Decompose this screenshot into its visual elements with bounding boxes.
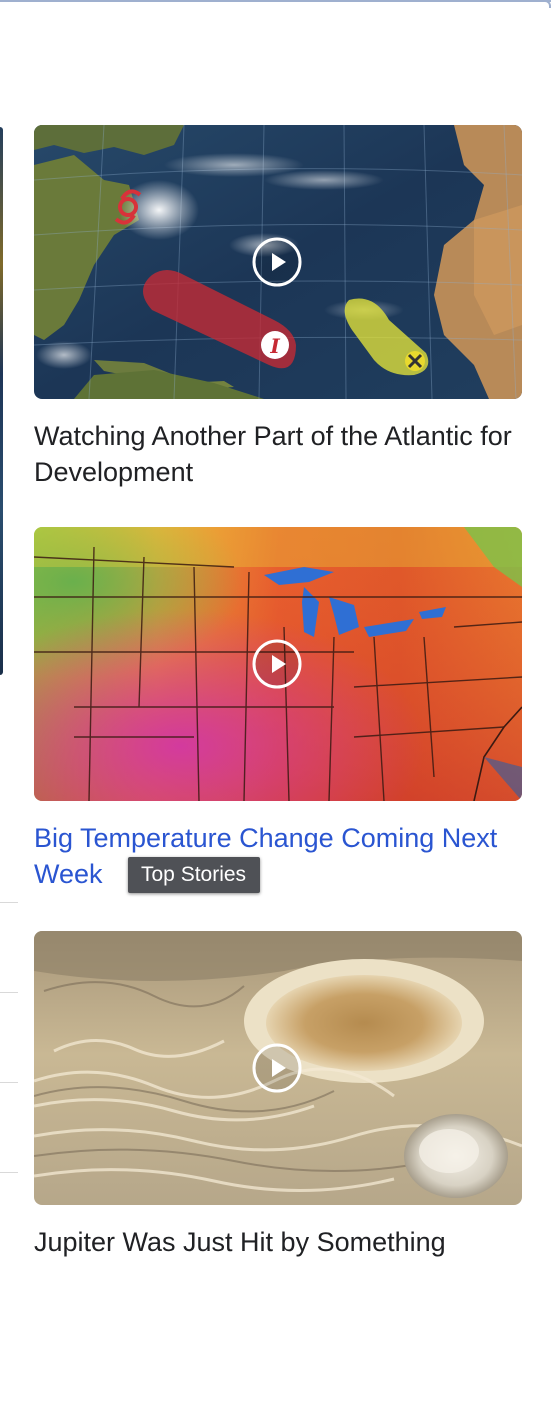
story-headline[interactable]: Big Temperature Change Coming Next Week: [34, 801, 522, 892]
story-card-atlantic[interactable]: I Watching Another Part of the Atlantic …: [34, 125, 522, 490]
story-card-temperature[interactable]: Big Temperature Change Coming Next Week: [34, 527, 522, 892]
adjacent-card-edge: [0, 127, 3, 675]
tooltip: Top Stories: [128, 857, 261, 893]
list-divider: [0, 1172, 18, 1173]
play-icon[interactable]: [252, 1043, 302, 1093]
play-icon[interactable]: [252, 237, 302, 287]
top-stories-page: I Watching Another Part of the Atlantic …: [0, 0, 551, 1412]
play-icon[interactable]: [252, 639, 302, 689]
story-headline[interactable]: Jupiter Was Just Hit by Something: [34, 1205, 522, 1260]
list-divider: [0, 1082, 18, 1083]
svg-text:I: I: [269, 334, 280, 358]
story-headline[interactable]: Watching Another Part of the Atlantic fo…: [34, 399, 522, 490]
story-thumbnail[interactable]: I: [34, 125, 522, 399]
story-thumbnail[interactable]: [34, 931, 522, 1205]
story-card-jupiter[interactable]: Jupiter Was Just Hit by Something: [34, 931, 522, 1260]
list-divider: [0, 992, 18, 993]
story-thumbnail[interactable]: [34, 527, 522, 801]
list-divider: [0, 902, 18, 903]
window-top-border: [0, 0, 551, 8]
